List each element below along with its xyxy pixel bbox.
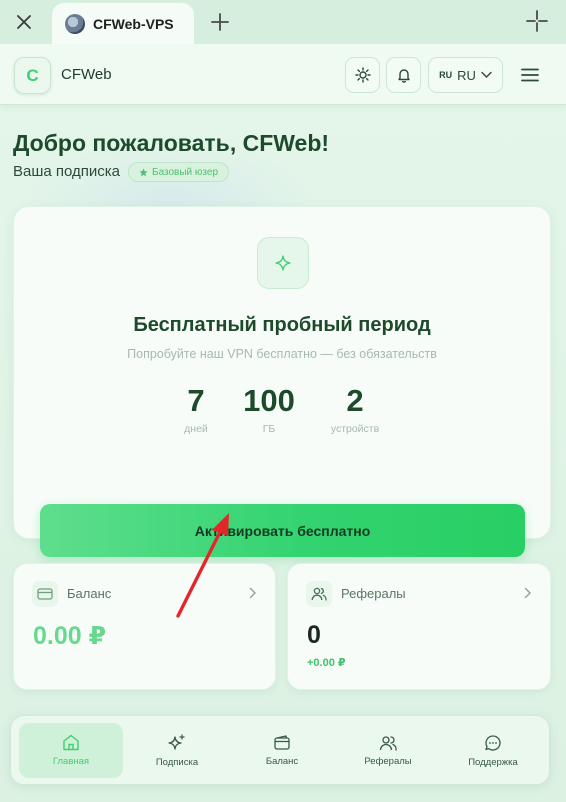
- balance-card-title: Баланс: [67, 586, 112, 601]
- language-code: RU: [457, 67, 476, 83]
- trial-title: Бесплатный пробный период: [133, 314, 431, 336]
- notifications-button[interactable]: [386, 57, 421, 93]
- nav-item-referrals[interactable]: Рефералы: [336, 723, 440, 778]
- stat-value: 2: [346, 383, 364, 418]
- chevron-right-icon: [524, 586, 532, 604]
- language-flag-code: RU: [439, 70, 453, 80]
- chevron-down-icon: [481, 71, 492, 78]
- page-content: C CFWeb RU RU Добро пожаловать, CFWeb! В…: [0, 44, 566, 802]
- nav-label: Главная: [52, 756, 90, 767]
- nav-item-balance[interactable]: Баланс: [230, 723, 334, 778]
- stat-devices: 2 устройств: [321, 383, 389, 435]
- star-icon: [139, 167, 148, 176]
- nav-item-home[interactable]: Главная: [19, 723, 123, 778]
- new-tab-plus-icon[interactable]: [208, 10, 232, 34]
- nav-item-support[interactable]: Поддержка: [441, 723, 545, 778]
- close-window-icon[interactable]: [12, 10, 36, 34]
- browser-tab-strip: CFWeb-VPS: [0, 0, 566, 44]
- stat-value: 7: [187, 383, 205, 418]
- nav-label: Поддержка: [468, 756, 518, 768]
- site-favicon-icon: [65, 13, 85, 34]
- activate-trial-button[interactable]: Активировать бесплатно: [40, 504, 525, 557]
- subscription-badge: Базовый юзер: [128, 162, 230, 182]
- balance-card[interactable]: Баланс 0.00 ₽: [13, 563, 276, 690]
- theme-toggle-button[interactable]: [345, 57, 380, 93]
- stat-unit: дней: [184, 423, 208, 435]
- language-select[interactable]: RU RU: [428, 57, 503, 93]
- stat-days: 7 дней: [174, 383, 218, 435]
- chevron-right-icon: [249, 586, 257, 604]
- referrals-card[interactable]: Рефералы 0 +0.00 ₽: [287, 563, 551, 690]
- app-name: CFWeb: [61, 66, 112, 83]
- app-header: C CFWeb RU RU: [0, 44, 566, 105]
- balance-value: 0.00 ₽: [33, 622, 106, 650]
- wallet-icon: [274, 734, 290, 750]
- stat-unit: ГБ: [262, 423, 276, 435]
- page-title: Добро пожаловать, CFWeb!: [13, 130, 330, 156]
- trial-card: Бесплатный пробный период Попробуйте наш…: [13, 206, 551, 557]
- chat-icon: [485, 734, 501, 751]
- stat-value: 100: [243, 383, 295, 418]
- stat-unit: устройств: [330, 423, 380, 435]
- sparkle-icon: [275, 255, 291, 271]
- subscription-label: Ваша подписка: [13, 163, 121, 180]
- trial-subtitle: Попробуйте наш VPN бесплатно — без обяза…: [127, 347, 437, 361]
- trial-sparkle-badge: [257, 237, 309, 289]
- nav-item-subscription[interactable]: Подписка: [125, 723, 229, 778]
- window-layout-icon[interactable]: [524, 8, 550, 34]
- app-logo[interactable]: C: [14, 57, 51, 94]
- home-icon: [63, 734, 79, 751]
- referrals-count: 0: [307, 621, 321, 649]
- nav-label: Баланс: [265, 755, 299, 767]
- sun-icon: [354, 67, 371, 83]
- nav-label: Рефералы: [364, 755, 412, 767]
- stat-traffic: 100 ГБ: [236, 383, 302, 435]
- users-icon: [379, 735, 397, 751]
- bell-icon: [397, 69, 410, 83]
- subscription-badge-label: Базовый юзер: [152, 166, 219, 178]
- hamburger-menu-icon[interactable]: [515, 62, 545, 88]
- tab-title: CFWeb-VPS: [93, 15, 174, 32]
- wallet-icon: [32, 581, 58, 607]
- referrals-card-title: Рефералы: [341, 586, 406, 601]
- users-icon: [306, 581, 332, 607]
- referrals-earned: +0.00 ₽: [307, 657, 346, 669]
- nav-label: Подписка: [155, 756, 199, 768]
- browser-tab-active[interactable]: CFWeb-VPS: [52, 3, 194, 44]
- sparkles-icon: [168, 733, 185, 750]
- bottom-navigation: Главная Подписка Баланс Рефералы Поддерж…: [10, 715, 550, 785]
